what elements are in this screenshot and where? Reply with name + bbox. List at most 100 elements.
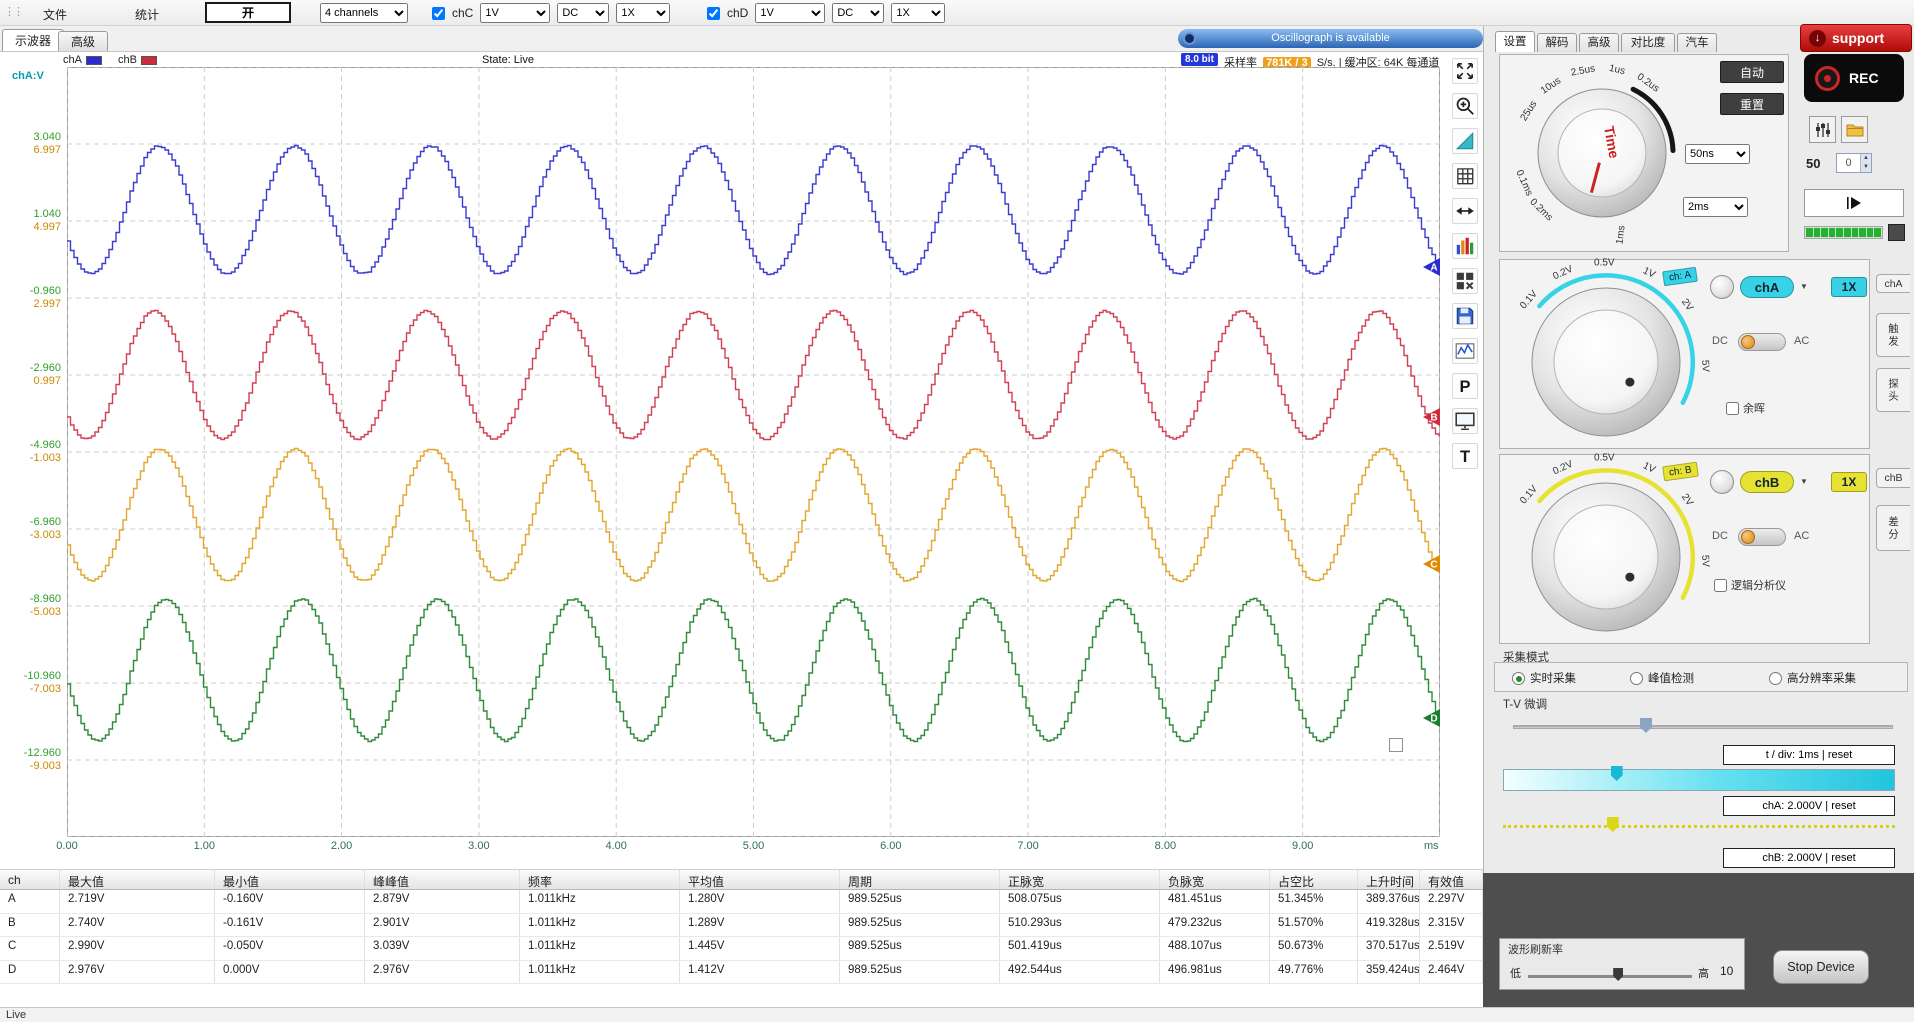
chB-extra-option[interactable]: 逻辑分析仪 xyxy=(1714,577,1786,593)
stop-device-button[interactable]: Stop Device xyxy=(1773,950,1869,984)
waveform-canvas[interactable]: ABCD xyxy=(67,67,1440,837)
channel-count-select[interactable]: 4 channels xyxy=(320,3,408,23)
chA-extra-checkbox[interactable] xyxy=(1726,402,1739,415)
support-button[interactable]: ↓ support xyxy=(1800,24,1912,52)
chD-enable-checkbox[interactable] xyxy=(707,7,720,20)
save-icon[interactable] xyxy=(1452,303,1478,329)
panel-tab-1[interactable]: 设置 xyxy=(1495,31,1535,52)
chA-knob-face[interactable] xyxy=(1554,310,1658,414)
chB-extra-checkbox[interactable] xyxy=(1714,579,1727,592)
chC-probe-select[interactable]: 1X xyxy=(616,3,670,23)
display-icon[interactable] xyxy=(1452,408,1478,434)
chA-select-button[interactable]: chA xyxy=(1740,276,1794,298)
refresh-slider-track[interactable] xyxy=(1528,975,1692,978)
chA-dropdown-arrow[interactable]: ▼ xyxy=(1800,282,1808,291)
side-tab-chA[interactable]: chA xyxy=(1876,274,1910,293)
chB-select-button[interactable]: chB xyxy=(1740,471,1794,493)
mixer-settings-button[interactable] xyxy=(1809,116,1836,143)
side-tab-chB[interactable]: chB xyxy=(1876,468,1910,488)
selection-square-marker[interactable] xyxy=(1390,739,1403,752)
slow-timebase-select[interactable]: 2ms xyxy=(1683,197,1748,217)
acquisition-option-3[interactable]: 高分辨率采集 xyxy=(1769,670,1856,686)
chB-reset-button[interactable]: chB: 2.000V | reset xyxy=(1723,848,1895,868)
measurement-row-D[interactable]: D2.976V0.000V2.976V1.011kHz1.412V989.525… xyxy=(0,961,1483,985)
x-axis: 0.001.002.003.004.005.006.007.008.009.00… xyxy=(0,839,1460,855)
chC-coupling-select[interactable]: DC xyxy=(557,3,609,23)
menu-file[interactable]: 文件 xyxy=(43,6,67,23)
chB-dropdown-arrow[interactable]: ▼ xyxy=(1800,477,1808,486)
chB-offset-slider-track[interactable] xyxy=(1503,825,1895,828)
chD-probe-select[interactable]: 1X xyxy=(891,3,945,23)
auto-set-icon[interactable] xyxy=(1452,128,1478,154)
t-div-slider-track[interactable] xyxy=(1513,725,1893,729)
chB-probe-badge[interactable]: 1X xyxy=(1831,472,1867,492)
chC-enable-checkbox[interactable] xyxy=(432,7,445,20)
t-div-reset-button[interactable]: t / div: 1ms | reset xyxy=(1723,745,1895,765)
frame-spinner[interactable]: 0 ▲▼ xyxy=(1836,153,1872,173)
chD-coupling-select[interactable]: DC xyxy=(832,3,884,23)
fast-timebase-select[interactable]: 50ns xyxy=(1685,144,1750,164)
chC-volt-select[interactable]: 1V xyxy=(480,3,550,23)
panel-tab-2[interactable]: 解码 xyxy=(1537,33,1577,52)
legend-chB: chB xyxy=(118,54,157,66)
side-tab-触发[interactable]: 触发 xyxy=(1876,313,1910,357)
acquisition-option-1[interactable]: 实时采集 xyxy=(1512,670,1576,686)
chA-extra-option[interactable]: 余晖 xyxy=(1726,400,1765,416)
side-tab-差分[interactable]: 差分 xyxy=(1876,505,1910,551)
timebase-knob-area[interactable]: Time25us10us2.5us1us0.2us0.1ms0.2ms1ms xyxy=(1502,59,1702,249)
trigger-mark-icon[interactable]: T xyxy=(1452,443,1478,469)
main-tab-1[interactable]: 示波器 xyxy=(2,29,64,51)
chA-reset-button[interactable]: chA: 2.000V | reset xyxy=(1723,796,1895,816)
reset-button[interactable]: 重置 xyxy=(1720,93,1784,115)
spinner-arrows[interactable]: ▲▼ xyxy=(1860,154,1871,172)
chA-coupling-switch[interactable] xyxy=(1738,333,1786,351)
chB-toggle-knob[interactable] xyxy=(1710,470,1734,494)
chA-toggle-knob[interactable] xyxy=(1710,275,1734,299)
play-button[interactable] xyxy=(1804,189,1904,217)
grid-icon[interactable] xyxy=(1452,163,1478,189)
waveform-plot[interactable]: ABCD xyxy=(67,67,1440,837)
open-file-button[interactable] xyxy=(1841,116,1868,143)
auto-button[interactable]: 自动 xyxy=(1720,61,1784,83)
chB-coupling-switch[interactable] xyxy=(1738,528,1786,546)
timebase-knob[interactable]: Time xyxy=(1502,59,1702,249)
chB-knob-face[interactable] xyxy=(1554,505,1658,609)
fit-screen-icon[interactable] xyxy=(1452,58,1478,84)
waveform-snapshot-icon[interactable] xyxy=(1452,338,1478,364)
spin-up-icon[interactable]: ▲ xyxy=(1861,154,1871,163)
x-tick-4.00: 4.00 xyxy=(605,840,626,852)
chA-knob-area[interactable]: 0.1V0.2V0.5V1V2V5V xyxy=(1506,266,1718,448)
legend-label-chA: chA xyxy=(63,54,82,66)
t-div-slider-thumb[interactable] xyxy=(1640,718,1652,733)
menu-statistics[interactable]: 统计 xyxy=(135,6,159,23)
panel-tab-3[interactable]: 高级 xyxy=(1579,33,1619,52)
horizontal-expand-icon[interactable] xyxy=(1452,198,1478,224)
y-tick-3: -0.9602.997 xyxy=(1,285,61,311)
chB-offset-slider-thumb[interactable] xyxy=(1607,817,1619,832)
multi-window-icon[interactable] xyxy=(1452,268,1478,294)
progress-end-button[interactable] xyxy=(1888,224,1905,241)
chA-offset-slider-track[interactable] xyxy=(1503,769,1895,791)
chB-knob-area[interactable]: 0.1V0.2V0.5V1V2V5V xyxy=(1506,461,1718,643)
timebase-knob-face[interactable] xyxy=(1558,109,1646,197)
panel-tab-4[interactable]: 对比度 xyxy=(1621,33,1675,52)
power-button[interactable]: 开 xyxy=(205,2,291,23)
side-tab-探头[interactable]: 探头 xyxy=(1876,368,1910,412)
record-count: 50 xyxy=(1806,156,1820,171)
record-button[interactable]: REC xyxy=(1804,54,1904,102)
main-tab-2[interactable]: 高级 xyxy=(58,31,108,51)
measurement-row-C[interactable]: C2.990V-0.050V3.039V1.011kHz1.445V989.52… xyxy=(0,937,1483,961)
x-tick-3.00: 3.00 xyxy=(468,840,489,852)
acquisition-option-2[interactable]: 峰值检测 xyxy=(1630,670,1694,686)
refresh-slider-thumb[interactable] xyxy=(1613,968,1623,981)
zoom-icon[interactable] xyxy=(1452,93,1478,119)
measurement-row-B[interactable]: B2.740V-0.161V2.901V1.011kHz1.289V989.52… xyxy=(0,914,1483,938)
spin-down-icon[interactable]: ▼ xyxy=(1861,163,1871,172)
chA-extra-label: 余晖 xyxy=(1743,400,1765,416)
chD-volt-select[interactable]: 1V xyxy=(755,3,825,23)
pass-fail-icon[interactable]: P xyxy=(1452,373,1478,399)
spectrum-icon[interactable] xyxy=(1452,233,1478,259)
chA-probe-badge[interactable]: 1X xyxy=(1831,277,1867,297)
panel-tab-5[interactable]: 汽车 xyxy=(1677,33,1717,52)
measurement-row-A[interactable]: A2.719V-0.160V2.879V1.011kHz1.280V989.52… xyxy=(0,890,1483,914)
